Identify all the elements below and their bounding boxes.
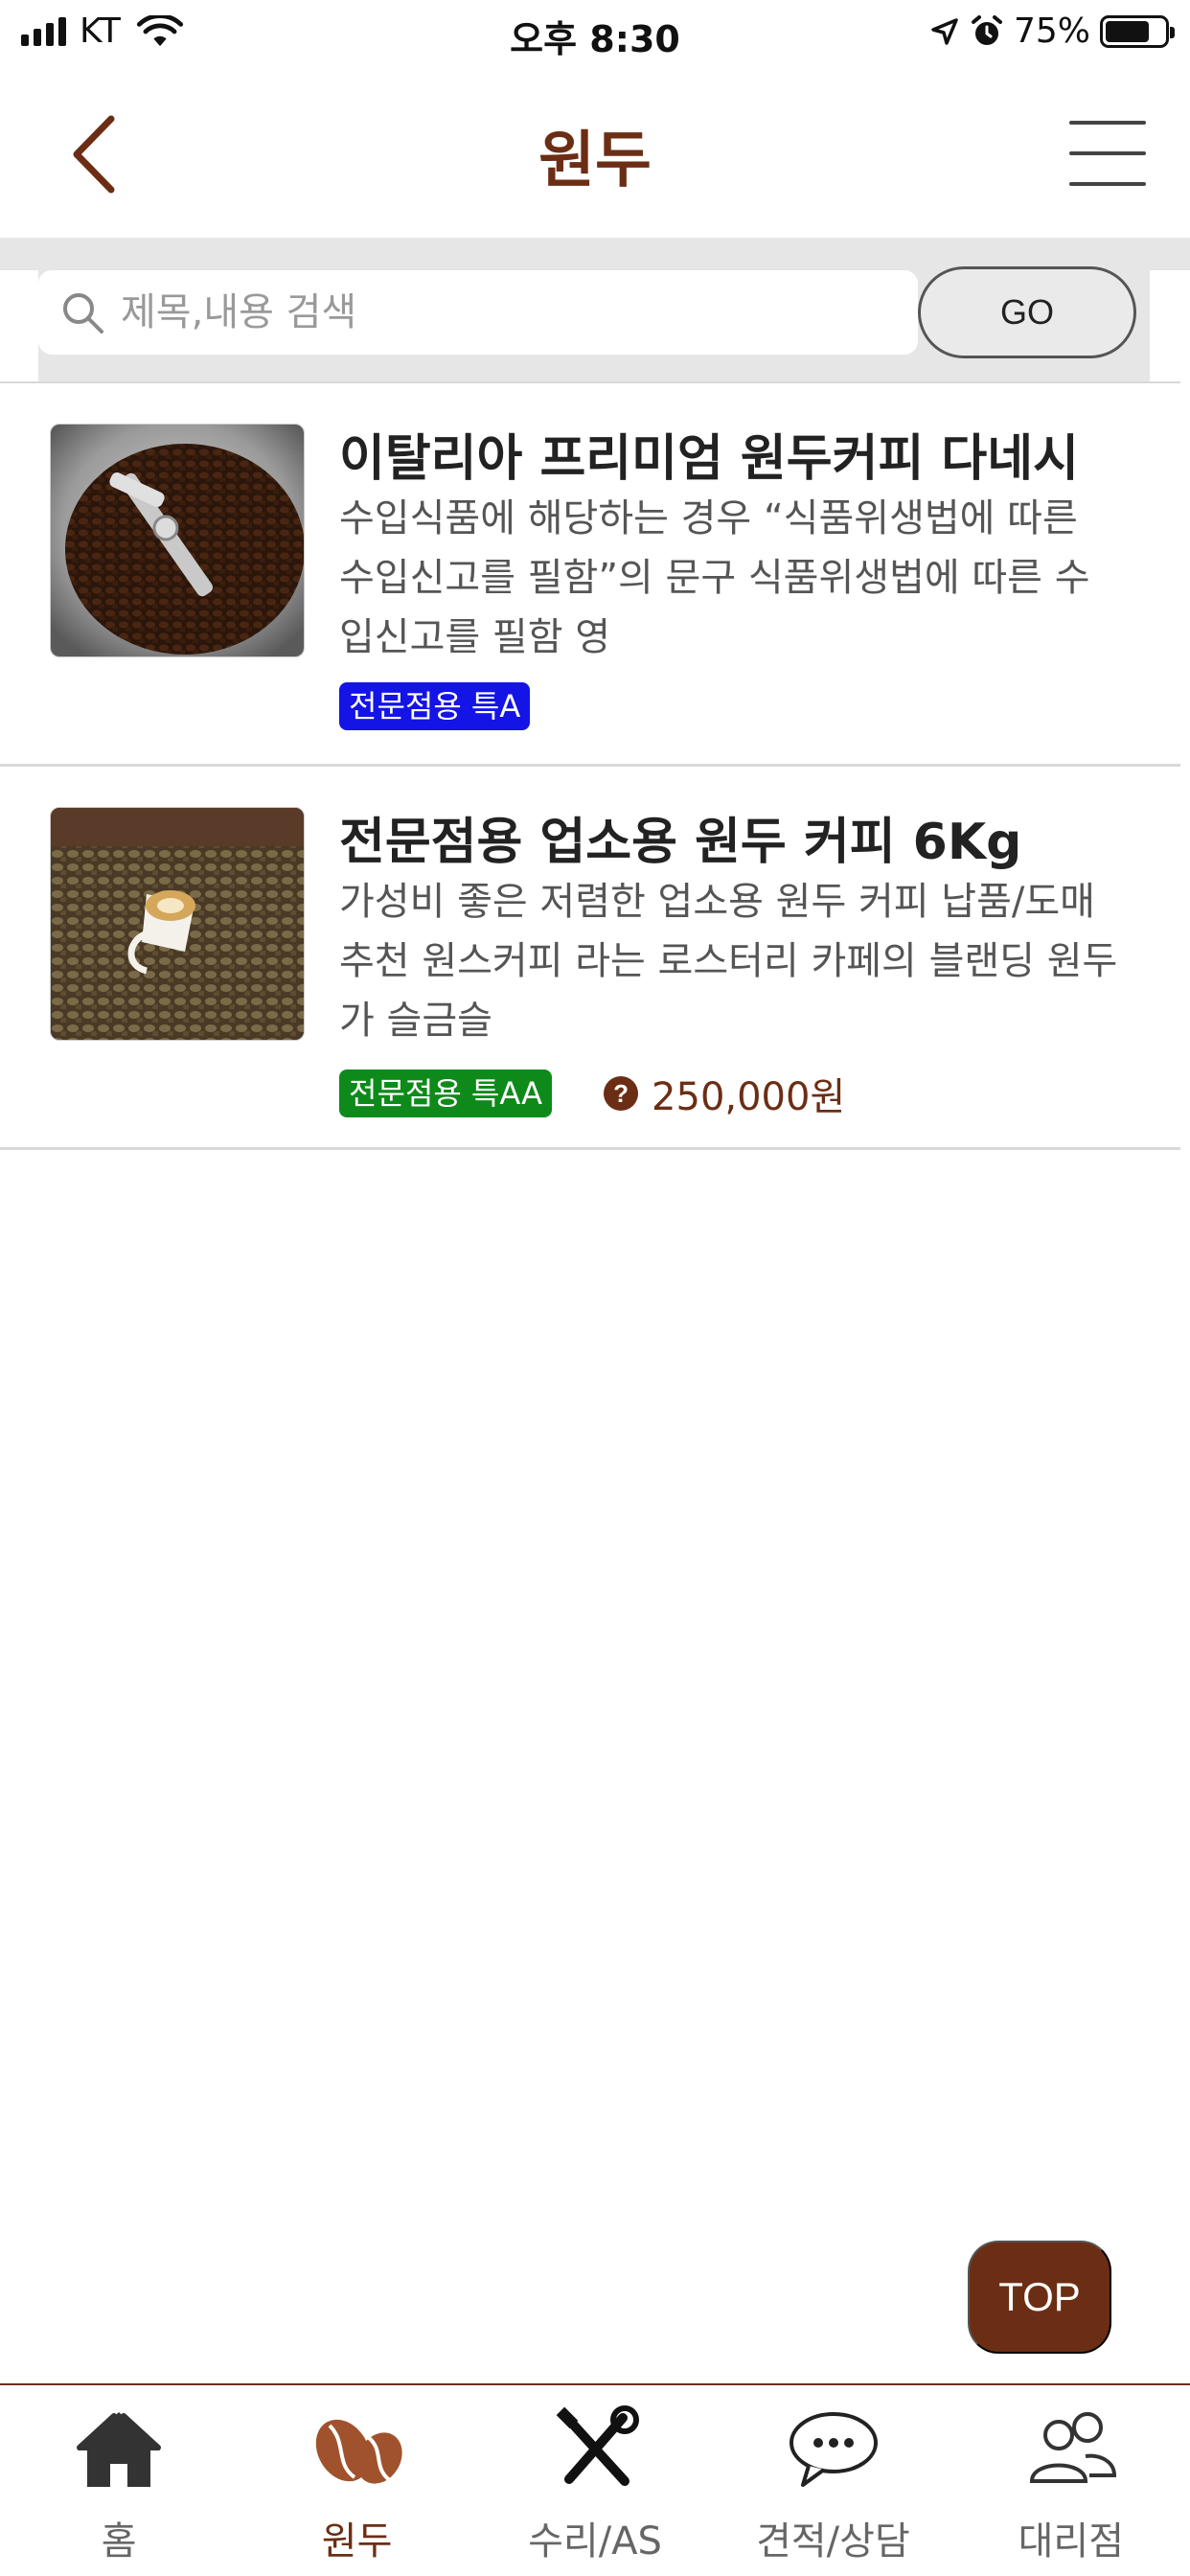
people-icon bbox=[1029, 2412, 1116, 2483]
battery-icon bbox=[1100, 14, 1175, 48]
page-title: 원두 bbox=[538, 126, 652, 196]
go-button[interactable]: GO bbox=[918, 266, 1136, 358]
coffee-roaster-image bbox=[51, 425, 304, 656]
price-value: 250,000원 bbox=[652, 1075, 846, 1119]
coffee-bean-icon bbox=[315, 2419, 402, 2484]
status-bar: KT 오후 8:30 75% bbox=[0, 0, 1190, 65]
product-title: 전문점용 업소용 원두 커피 6Kg bbox=[339, 814, 1022, 871]
hamburger-menu-icon[interactable] bbox=[1069, 121, 1146, 186]
search-box[interactable] bbox=[38, 270, 918, 355]
nav-label: 견적/상담 bbox=[756, 2519, 910, 2564]
alarm-clock-icon bbox=[971, 14, 1002, 45]
nav-label: 홈 bbox=[101, 2519, 137, 2564]
nav-item-estimate[interactable]: 견적/상담 bbox=[714, 2385, 951, 2576]
nav-item-repair[interactable]: 수리/AS bbox=[476, 2385, 714, 2576]
nav-item-home[interactable]: 홈 bbox=[0, 2385, 238, 2576]
search-icon bbox=[63, 293, 103, 334]
location-arrow-icon bbox=[931, 17, 958, 45]
nav-label: 수리/AS bbox=[528, 2519, 662, 2564]
nav-label: 원두 bbox=[321, 2519, 393, 2564]
list-item[interactable]: 전문점용 업소용 원두 커피 6Kg 가성비 좋은 저렴한 업소용 원두 커피 … bbox=[0, 767, 1180, 1150]
search-band bbox=[0, 238, 1190, 270]
product-description: 가성비 좋은 저렴한 업소용 원두 커피 납품/도매 추천 원스커피 라는 로스… bbox=[339, 880, 1118, 1043]
product-title: 이탈리아 프리미엄 원두커피 다네시 bbox=[339, 430, 1079, 488]
espresso-beans-image bbox=[51, 808, 304, 1040]
grade-badge: 전문점용 특A bbox=[339, 682, 531, 730]
product-thumbnail bbox=[50, 807, 305, 1041]
product-meta: 전문점용 특AA ? 250,000원 bbox=[339, 1066, 845, 1121]
search-bar: GO bbox=[38, 266, 1150, 381]
nav-item-beans[interactable]: 원두 bbox=[238, 2385, 475, 2576]
app-header: 원두 bbox=[0, 65, 1190, 238]
product-thumbnail bbox=[50, 424, 305, 657]
grade-badge: 전문점용 특AA bbox=[339, 1070, 553, 1117]
status-right: 75% bbox=[929, 12, 1175, 51]
chat-bubbles-icon bbox=[790, 2412, 879, 2487]
price: ? 250,000원 bbox=[604, 1066, 845, 1121]
home-icon bbox=[77, 2412, 162, 2487]
nav-item-agency[interactable]: 대리점 bbox=[952, 2385, 1190, 2576]
list-item[interactable]: 이탈리아 프리미엄 원두커피 다네시 수입식품에 해당하는 경우 “식품위생법에… bbox=[0, 383, 1180, 767]
tools-icon bbox=[556, 2405, 640, 2486]
product-meta: 전문점용 특A bbox=[339, 682, 531, 730]
scroll-top-button[interactable]: TOP bbox=[968, 2241, 1111, 2354]
bottom-nav: 홈 원두 수리/AS 견적/상담 대리점 bbox=[0, 2383, 1190, 2576]
battery-level bbox=[1106, 20, 1149, 42]
product-description: 수입식품에 해당하는 경우 “식품위생법에 따른 수입신고를 필함”의 문구 식… bbox=[339, 496, 1090, 659]
nav-label: 대리점 bbox=[1018, 2519, 1125, 2564]
question-circle-icon: ? bbox=[604, 1076, 639, 1111]
battery-percent: 75% bbox=[1013, 12, 1090, 51]
search-input[interactable] bbox=[121, 290, 887, 334]
